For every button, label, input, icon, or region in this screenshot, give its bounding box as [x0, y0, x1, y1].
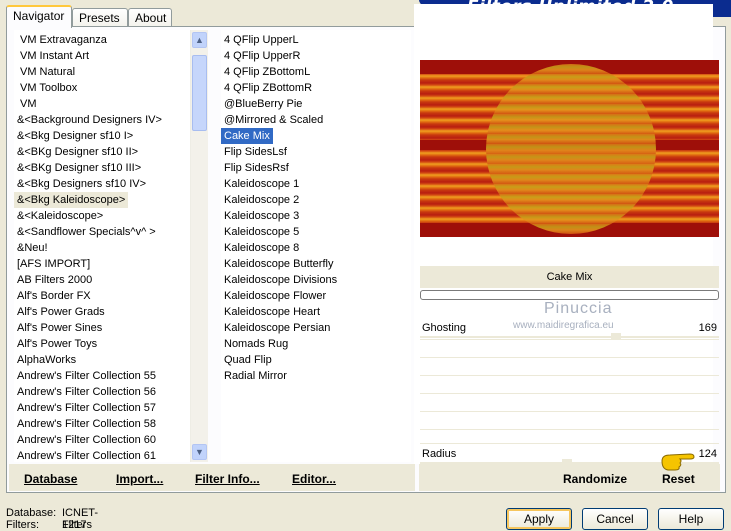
database-button[interactable]: Database — [24, 472, 77, 486]
empty-param-slot — [420, 394, 719, 412]
filter-item[interactable]: @Mirrored & Scaled — [221, 112, 326, 128]
filter-item[interactable]: Kaleidoscope 1 — [221, 176, 302, 192]
filter-item[interactable]: 4 QFlip UpperR — [221, 48, 303, 64]
category-item[interactable]: Alf's Power Toys — [14, 336, 100, 352]
filter-item[interactable]: 4 QFlip UpperL — [221, 32, 302, 48]
filter-count: 1217 — [62, 519, 87, 531]
category-item[interactable]: Andrew's Filter Collection 57 — [14, 400, 159, 416]
reset-button[interactable]: Reset — [662, 472, 695, 486]
empty-param-slot — [420, 376, 719, 394]
ghosting-thumb[interactable] — [611, 333, 621, 339]
filter-item[interactable]: Kaleidoscope 5 — [221, 224, 302, 240]
apply-button[interactable]: Apply — [506, 508, 572, 530]
category-item[interactable]: VM — [14, 96, 40, 112]
empty-param-slot — [420, 412, 719, 430]
filter-info-button[interactable]: Filter Info... — [195, 472, 260, 486]
category-item[interactable]: AB Filters 2000 — [14, 272, 95, 288]
category-item[interactable]: &<BKg Designer sf10 III> — [14, 160, 144, 176]
status-database: Database: ICNET-Filters — [6, 507, 99, 531]
category-item[interactable]: AlphaWorks — [14, 352, 79, 368]
category-item[interactable]: Andrew's Filter Collection 56 — [14, 384, 159, 400]
category-item[interactable]: &Neu! — [14, 240, 51, 256]
ghosting-track[interactable] — [420, 336, 719, 338]
filter-item[interactable]: Kaleidoscope Divisions — [221, 272, 340, 288]
filter-item[interactable]: Kaleidoscope 8 — [221, 240, 302, 256]
tab-navigator[interactable]: Navigator — [6, 5, 72, 28]
status-filter-count: Filters: 1217 — [6, 519, 87, 531]
category-item[interactable]: VM Natural — [14, 64, 78, 80]
pointing-hand-icon — [661, 453, 695, 471]
import-button[interactable]: Import... — [116, 472, 163, 486]
tab-presets[interactable]: Presets — [72, 8, 128, 27]
filter-item[interactable]: Kaleidoscope 2 — [221, 192, 302, 208]
category-item[interactable]: &<Bkg Designer sf10 I> — [14, 128, 136, 144]
watermark-name: Pinuccia — [544, 300, 613, 317]
filter-item[interactable]: Kaleidoscope Butterfly — [221, 256, 336, 272]
category-item[interactable]: Alf's Power Sines — [14, 320, 105, 336]
category-item[interactable]: &<Sandflower Specials^v^ > — [14, 224, 159, 240]
category-item[interactable]: &<Bkg Designers sf10 IV> — [14, 176, 149, 192]
help-button[interactable]: Help — [658, 508, 724, 530]
category-item[interactable]: Alf's Power Grads — [14, 304, 108, 320]
filter-item[interactable]: Cake Mix — [221, 128, 273, 144]
category-item[interactable]: Alf's Border FX — [14, 288, 94, 304]
filter-list[interactable]: 4 QFlip UpperL 4 QFlip UpperR 4 QFlip ZBot… — [221, 30, 411, 462]
tab-about[interactable]: About — [128, 8, 172, 27]
randomize-button[interactable]: Randomize — [563, 472, 627, 486]
radius-label: Radius — [422, 448, 457, 460]
editor-button[interactable]: Editor... — [292, 472, 336, 486]
category-item[interactable]: &<Kaleidoscope> — [14, 208, 106, 224]
category-item[interactable]: &<BKg Designer sf10 II> — [14, 144, 141, 160]
category-list[interactable]: VM Extravaganza VM Instant Art VM Natural V… — [14, 30, 191, 462]
cancel-button[interactable]: Cancel — [582, 508, 648, 530]
filter-item[interactable]: Flip SidesRsf — [221, 160, 292, 176]
ghosting-value: 169 — [698, 322, 717, 334]
preview-image — [420, 60, 719, 237]
filter-item[interactable]: Quad Flip — [221, 352, 275, 368]
chevron-down-icon[interactable]: ▼ — [192, 444, 207, 460]
filter-item[interactable]: Kaleidoscope 3 — [221, 208, 302, 224]
filter-item[interactable]: 4 QFlip ZBottomL — [221, 64, 313, 80]
filter-item[interactable]: Radial Mirror — [221, 368, 290, 384]
scroll-thumb[interactable] — [192, 55, 207, 131]
category-item[interactable]: VM Instant Art — [14, 48, 92, 64]
category-item[interactable]: Andrew's Filter Collection 60 — [14, 432, 159, 448]
filter-item[interactable]: 4 QFlip ZBottomR — [221, 80, 315, 96]
filter-item[interactable]: Flip SidesLsf — [221, 144, 290, 160]
empty-param-slot — [420, 340, 719, 358]
category-item[interactable]: Andrew's Filter Collection 58 — [14, 416, 159, 432]
preview-sun-shape — [486, 64, 656, 234]
category-item[interactable]: Andrew's Filter Collection 61 — [14, 448, 159, 462]
category-item[interactable]: &<Background Designers IV> — [14, 112, 165, 128]
category-item[interactable]: VM Extravaganza — [14, 32, 110, 48]
chevron-up-icon[interactable]: ▲ — [192, 32, 207, 48]
category-item[interactable]: [AFS IMPORT] — [14, 256, 93, 272]
current-filter-name: Cake Mix — [420, 266, 719, 288]
filter-item[interactable]: Nomads Rug — [221, 336, 291, 352]
filter-item[interactable]: Kaleidoscope Flower — [221, 288, 329, 304]
ghosting-label: Ghosting — [422, 322, 467, 334]
filter-item[interactable]: Kaleidoscope Heart — [221, 304, 323, 320]
empty-param-slot — [420, 358, 719, 376]
watermark-url: www.maidiregrafica.eu — [513, 320, 614, 331]
radius-value: 124 — [698, 448, 717, 460]
filter-item[interactable]: @BlueBerry Pie — [221, 96, 305, 112]
progress-bar — [420, 290, 719, 300]
category-item[interactable]: Andrew's Filter Collection 55 — [14, 368, 159, 384]
filter-item[interactable]: Kaleidoscope Persian — [221, 320, 333, 336]
category-item[interactable]: &<Bkg Kaleidoscope> — [14, 192, 129, 208]
category-scrollbar[interactable]: ▲ ▼ — [190, 30, 208, 462]
empty-param-slot — [420, 430, 719, 444]
category-item[interactable]: VM Toolbox — [14, 80, 80, 96]
